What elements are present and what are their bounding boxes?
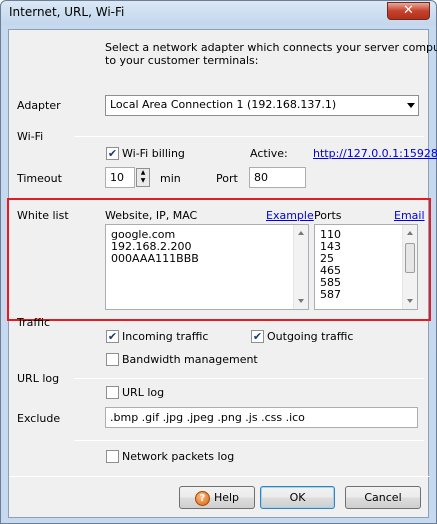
exclude-input[interactable]: .bmp .gif .jpg .jpeg .png .js .css .ico xyxy=(105,407,418,428)
wifi-billing-checkbox[interactable]: ✔ xyxy=(106,147,119,160)
bandwidth-checkbox[interactable] xyxy=(106,353,119,366)
port-label: Port xyxy=(216,172,238,185)
incoming-traffic-label: Incoming traffic xyxy=(122,330,209,343)
divider xyxy=(74,136,424,137)
timeout-unit: min xyxy=(160,172,181,185)
cancel-button[interactable]: Cancel xyxy=(345,486,421,509)
help-button[interactable]: ? Help xyxy=(179,486,255,509)
dialog-body: Select a network adapter which connects … xyxy=(7,29,437,518)
divider xyxy=(74,440,424,441)
help-icon: ? xyxy=(194,490,210,506)
window-title: Internet, URL, Wi-Fi xyxy=(9,5,125,19)
help-button-label: Help xyxy=(213,491,240,504)
wifi-billing-label: Wi-Fi billing xyxy=(122,147,185,160)
intro-line-1: Select a network adapter which connects … xyxy=(105,41,437,54)
outgoing-traffic-label: Outgoing traffic xyxy=(267,330,354,343)
urllog-checkbox-label: URL log xyxy=(122,386,165,399)
close-button[interactable]: ✕ xyxy=(387,2,430,20)
dialog-window: Internet, URL, Wi-Fi ✕ Select a network … xyxy=(0,0,437,524)
adapter-selected-value: Local Area Connection 1 (192.168.137.1) xyxy=(110,98,337,111)
incoming-traffic-checkbox[interactable]: ✔ xyxy=(106,330,119,343)
chevron-down-icon xyxy=(407,103,415,108)
exclude-label: Exclude xyxy=(17,412,61,425)
traffic-label: Traffic xyxy=(17,316,51,329)
active-label: Active: xyxy=(250,147,288,160)
adapter-label: Adapter xyxy=(17,99,61,112)
packets-log-checkbox[interactable] xyxy=(106,450,119,463)
urllog-checkbox[interactable] xyxy=(106,386,119,399)
intro-line-2: to your customer terminals: xyxy=(105,54,259,67)
timeout-input[interactable]: 10 xyxy=(105,167,135,188)
packets-log-label: Network packets log xyxy=(122,450,235,463)
divider xyxy=(9,476,430,477)
adapter-select[interactable]: Local Area Connection 1 (192.168.137.1) xyxy=(105,95,419,116)
outgoing-traffic-checkbox[interactable]: ✔ xyxy=(251,330,264,343)
spin-down-icon[interactable]: ▼ xyxy=(137,177,149,185)
bandwidth-label: Bandwidth management xyxy=(122,353,258,366)
ok-button[interactable]: OK xyxy=(260,486,335,509)
title-bar: Internet, URL, Wi-Fi ✕ xyxy=(1,1,436,25)
timeout-stepper[interactable]: ▲ ▼ xyxy=(136,168,150,187)
urllog-section-label: URL log xyxy=(17,372,60,385)
highlight-box xyxy=(7,198,431,321)
active-url-link[interactable]: http://127.0.0.1:15928 xyxy=(313,147,437,160)
wifi-label: Wi-Fi xyxy=(17,130,44,143)
timeout-label: Timeout xyxy=(17,172,62,185)
divider xyxy=(74,378,424,379)
spin-up-icon[interactable]: ▲ xyxy=(137,169,149,177)
port-input[interactable]: 80 xyxy=(249,167,306,188)
